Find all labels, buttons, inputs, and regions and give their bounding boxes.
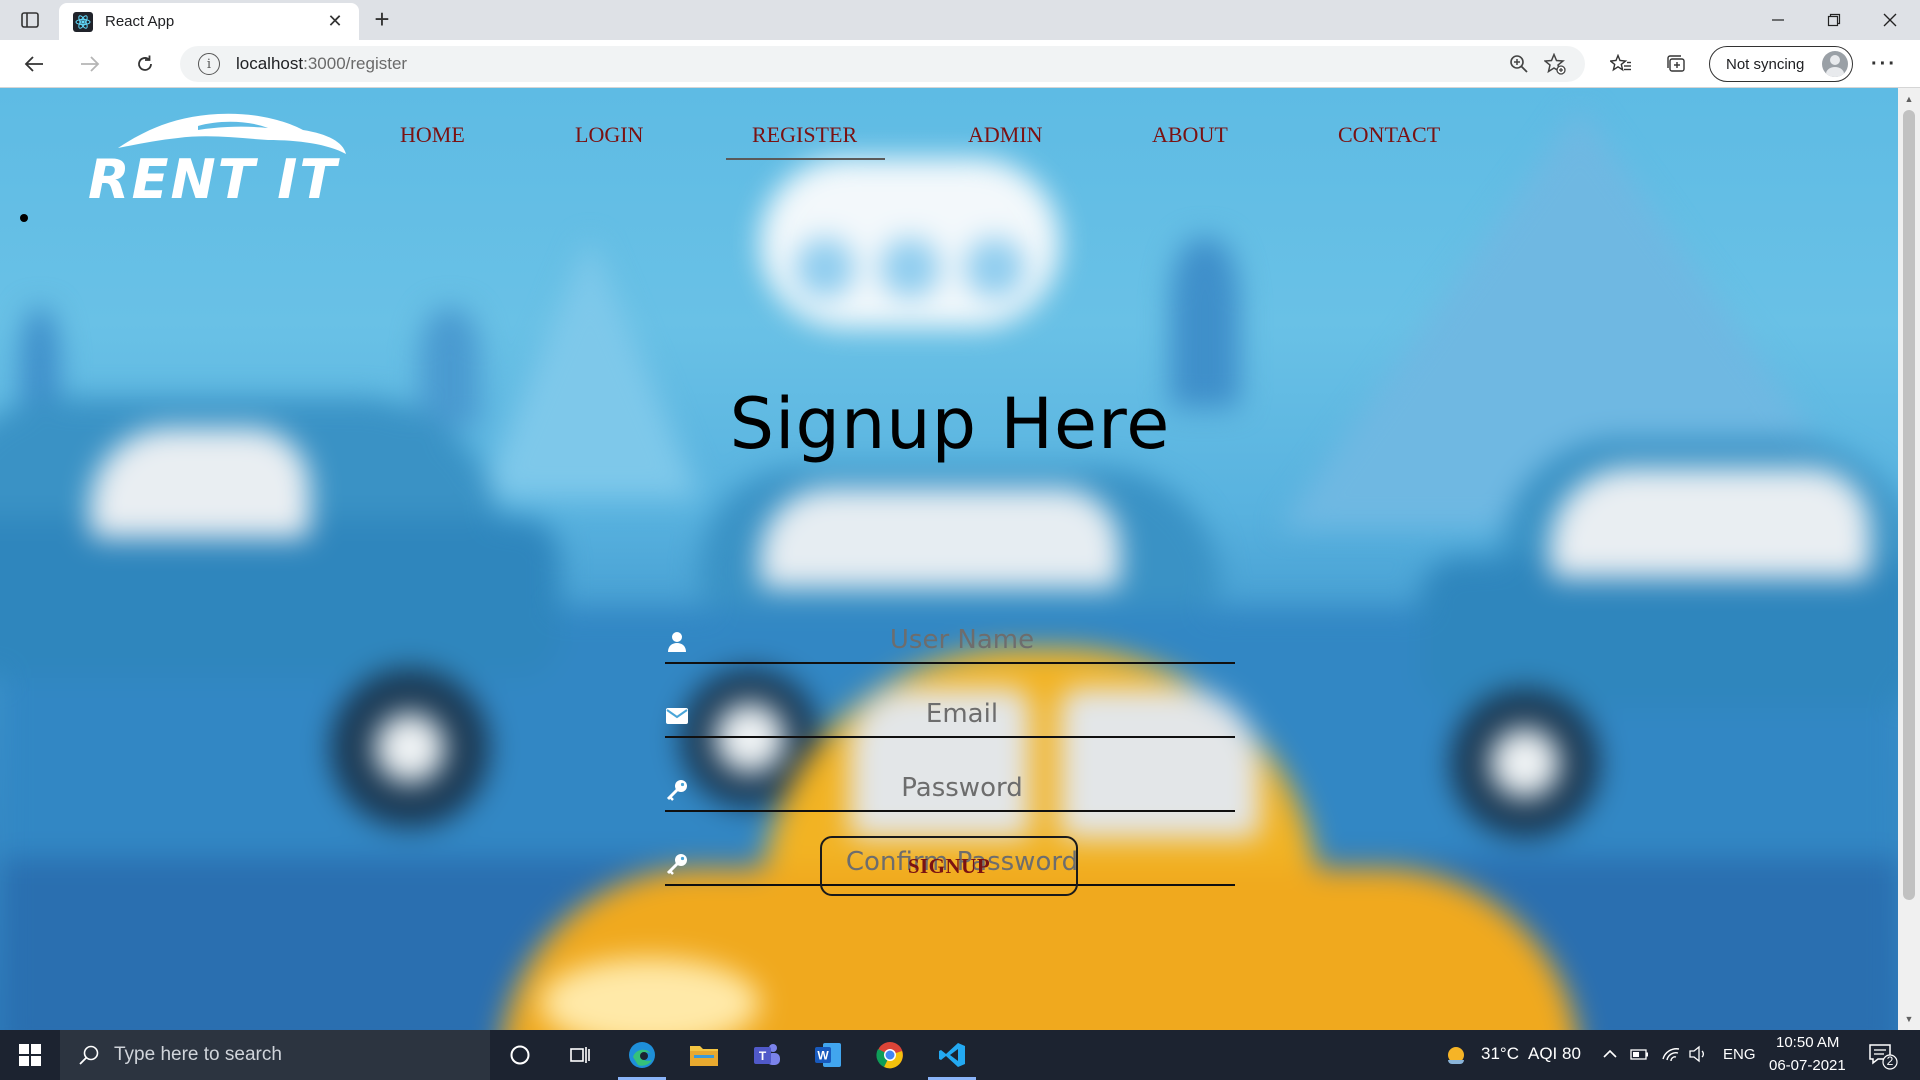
password-field bbox=[665, 768, 1235, 812]
site-info-icon[interactable]: i bbox=[198, 53, 220, 75]
weather-icon[interactable] bbox=[1444, 1043, 1468, 1072]
word-icon[interactable]: W bbox=[798, 1030, 858, 1080]
browser-tab[interactable]: React App ✕ bbox=[59, 3, 359, 40]
scrollbar-thumb[interactable] bbox=[1903, 110, 1915, 900]
user-icon bbox=[665, 630, 689, 654]
weather-temp[interactable]: 31°C bbox=[1481, 1044, 1519, 1064]
scroll-down-icon[interactable]: ▼ bbox=[1898, 1010, 1920, 1028]
url-host: localhost bbox=[236, 54, 304, 73]
wifi-icon[interactable] bbox=[1661, 1045, 1681, 1068]
chrome-icon[interactable] bbox=[860, 1030, 920, 1080]
file-explorer-icon[interactable] bbox=[674, 1030, 734, 1080]
tab-close-icon[interactable]: ✕ bbox=[325, 11, 345, 32]
close-window-icon[interactable] bbox=[1862, 0, 1918, 40]
clock-time[interactable]: 10:50 AM bbox=[1776, 1034, 1839, 1051]
nav-contact[interactable]: CONTACT bbox=[1338, 122, 1440, 148]
weather-aqi[interactable]: AQI 80 bbox=[1528, 1044, 1581, 1064]
more-menu-icon[interactable]: ··· bbox=[1866, 48, 1902, 80]
key-icon bbox=[665, 852, 689, 876]
page-title: Signup Here bbox=[729, 383, 1171, 465]
search-icon bbox=[79, 1045, 99, 1065]
svg-text:W: W bbox=[817, 1049, 829, 1063]
sync-label: Not syncing bbox=[1726, 55, 1805, 73]
username-input[interactable] bbox=[697, 620, 1227, 660]
nav-about[interactable]: ABOUT bbox=[1152, 122, 1228, 148]
new-tab-icon[interactable]: + bbox=[368, 6, 396, 34]
refresh-icon[interactable] bbox=[127, 48, 163, 80]
nav-admin[interactable]: ADMIN bbox=[968, 122, 1043, 148]
nav-home[interactable]: HOME bbox=[400, 122, 465, 148]
email-input[interactable] bbox=[697, 694, 1227, 734]
nav-register[interactable]: REGISTER bbox=[725, 122, 886, 160]
logo-text: RENT IT bbox=[88, 148, 339, 211]
url-path: :3000/register bbox=[303, 54, 408, 73]
language-indicator[interactable]: ENG bbox=[1723, 1046, 1756, 1063]
battery-icon[interactable] bbox=[1630, 1046, 1650, 1067]
clock-date[interactable]: 06-07-2021 bbox=[1769, 1057, 1846, 1074]
list-bullet bbox=[20, 214, 28, 222]
react-favicon-icon bbox=[73, 11, 93, 32]
browser-toolbar: i localhost:3000/register Not syncing ··… bbox=[0, 40, 1920, 88]
profile-avatar-icon bbox=[1822, 51, 1848, 77]
favorites-icon[interactable] bbox=[1603, 48, 1639, 80]
forward-icon[interactable] bbox=[72, 48, 108, 80]
chevron-up-icon[interactable] bbox=[1602, 1046, 1618, 1067]
username-field bbox=[665, 620, 1235, 664]
notification-count: 2 bbox=[1886, 1054, 1894, 1068]
add-favorite-icon[interactable] bbox=[1537, 46, 1573, 82]
signup-button[interactable]: SIGNUP bbox=[820, 836, 1078, 896]
vscode-icon[interactable] bbox=[922, 1030, 982, 1080]
restore-icon[interactable] bbox=[1806, 0, 1862, 40]
address-bar[interactable]: i localhost:3000/register bbox=[180, 46, 1585, 82]
collections-icon[interactable] bbox=[1658, 48, 1694, 80]
edge-browser-icon[interactable] bbox=[612, 1030, 672, 1080]
notification-center-icon[interactable]: 2 bbox=[1868, 1042, 1898, 1075]
windows-start-icon[interactable] bbox=[0, 1030, 60, 1080]
url-text[interactable]: localhost:3000/register bbox=[236, 54, 1501, 74]
minimize-icon[interactable] bbox=[1750, 0, 1806, 40]
nav-login[interactable]: LOGIN bbox=[575, 122, 643, 148]
windows-taskbar: Type here to search T W 31°C AQI 80 ENG … bbox=[0, 1030, 1920, 1080]
page-scrollbar[interactable]: ▲ ▼ bbox=[1898, 88, 1920, 1030]
volume-icon[interactable] bbox=[1688, 1045, 1708, 1068]
password-input[interactable] bbox=[697, 768, 1227, 808]
scroll-up-icon[interactable]: ▲ bbox=[1898, 90, 1920, 108]
zoom-icon[interactable] bbox=[1501, 46, 1537, 82]
teams-icon[interactable]: T bbox=[736, 1030, 796, 1080]
key-icon bbox=[665, 778, 689, 802]
taskbar-search[interactable]: Type here to search bbox=[60, 1030, 490, 1080]
cortana-icon[interactable] bbox=[490, 1030, 550, 1080]
browser-titlebar: React App ✕ + bbox=[0, 0, 1920, 40]
envelope-icon bbox=[665, 704, 689, 728]
svg-text:T: T bbox=[759, 1049, 767, 1063]
back-icon[interactable] bbox=[16, 48, 52, 80]
task-view-icon[interactable] bbox=[550, 1030, 610, 1080]
rent-it-logo[interactable]: RENT IT bbox=[88, 108, 348, 211]
search-placeholder: Type here to search bbox=[114, 1044, 282, 1065]
tab-title: React App bbox=[105, 13, 175, 30]
tab-actions-icon[interactable] bbox=[14, 8, 46, 32]
profile-sync-button[interactable]: Not syncing bbox=[1709, 46, 1853, 82]
email-field bbox=[665, 694, 1235, 738]
page-viewport: RENT IT HOME LOGIN REGISTER ADMIN ABOUT … bbox=[0, 88, 1898, 1030]
